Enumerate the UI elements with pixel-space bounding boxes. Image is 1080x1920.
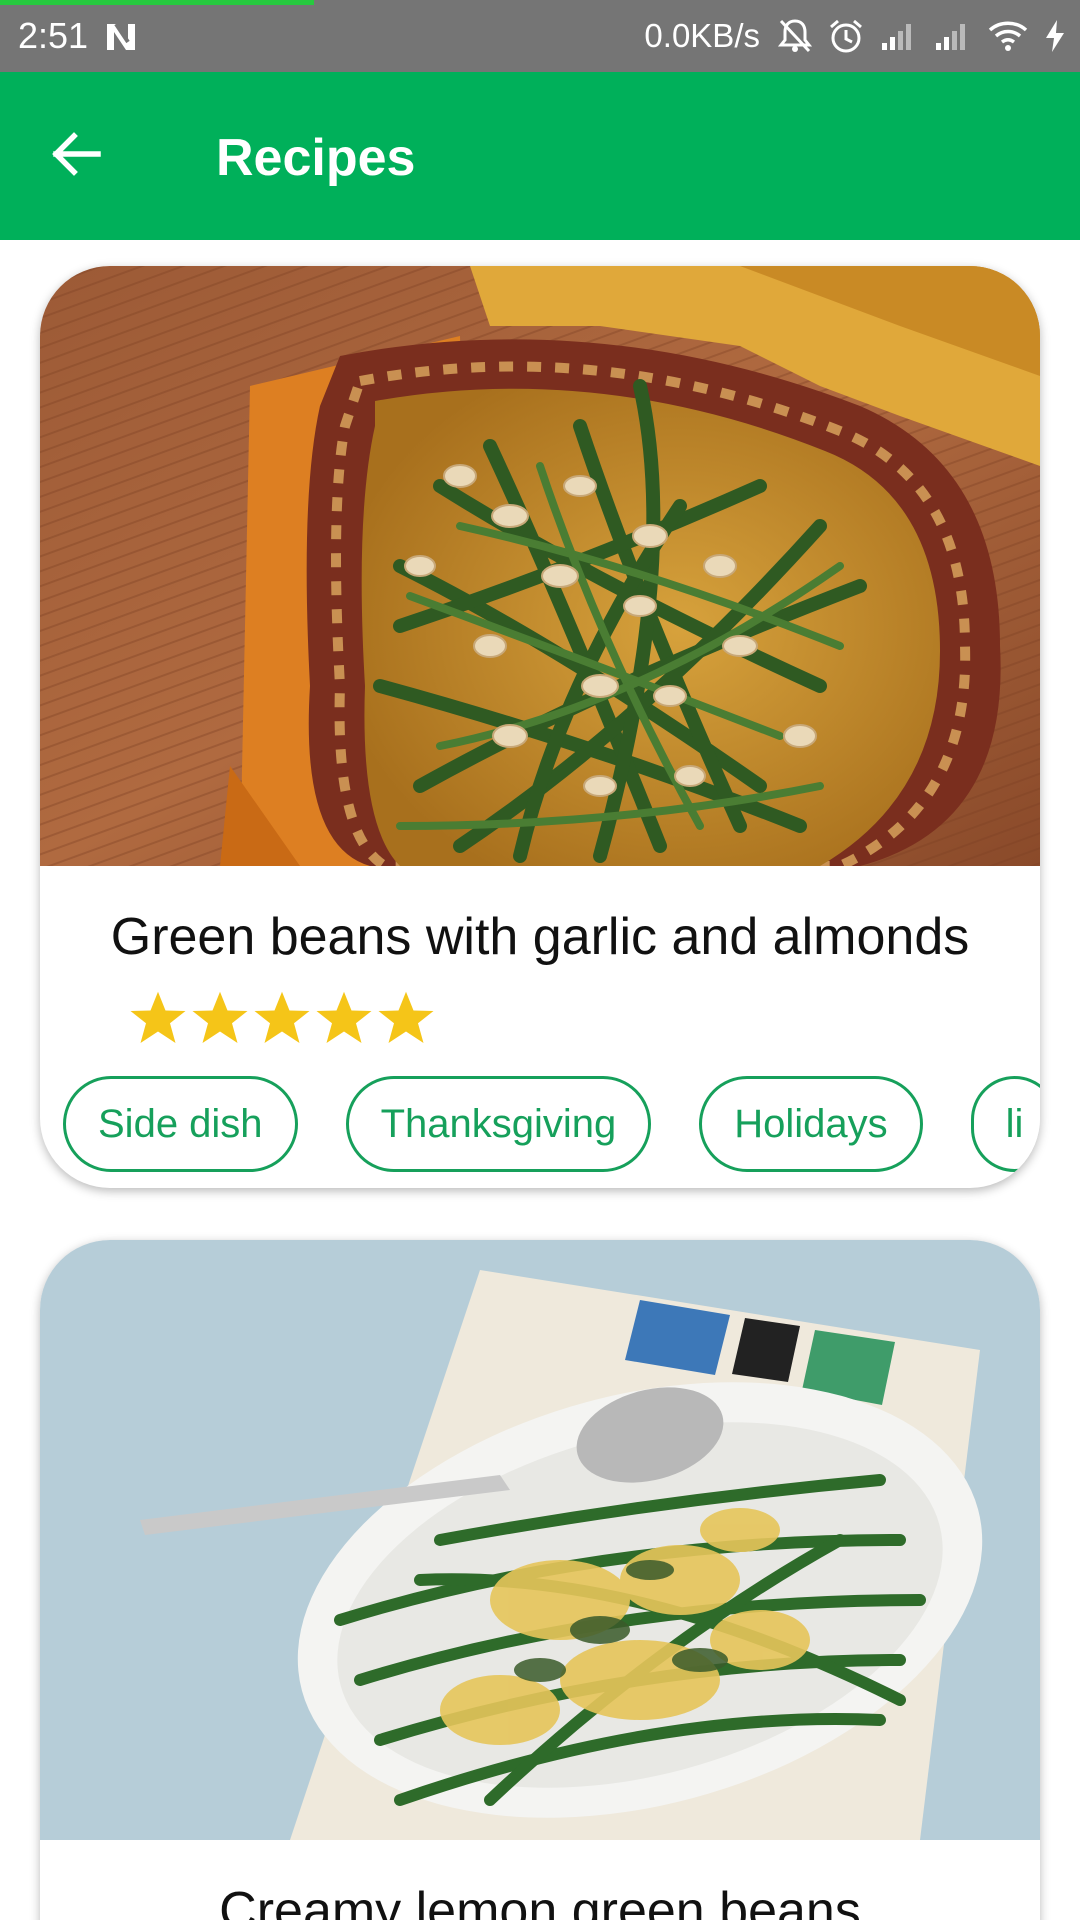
status-bar: 2:51 0.0KB/s: [0, 0, 1080, 72]
status-icons: 0.0KB/s: [644, 14, 1066, 58]
signal-1-icon: [882, 24, 911, 50]
star-icon: [130, 991, 186, 1043]
alarm-icon: [830, 19, 862, 53]
tag-chip[interactable]: li: [970, 1076, 1040, 1172]
recipe-card[interactable]: Creamy lemon green beans: [40, 1240, 1040, 1920]
screen: 2:51 0.0KB/s Recipes Green beans with ga…: [0, 0, 1080, 1920]
recipe-title: Green beans with garlic and almonds: [110, 908, 970, 966]
tag-chip[interactable]: Holidays: [699, 1076, 923, 1172]
tag-list: Side dish Thanksgiving Holidays li: [63, 1076, 1040, 1172]
app-bar: Recipes: [0, 72, 1080, 240]
rating-stars: [128, 988, 436, 1048]
wifi-icon: [988, 21, 1028, 51]
loading-progress: [0, 0, 314, 5]
star-icon: [378, 991, 434, 1043]
mute-icon: [778, 19, 812, 53]
recipe-title: Creamy lemon green beans: [219, 1882, 861, 1920]
tag-chip[interactable]: Side dish: [63, 1076, 298, 1172]
charging-icon: [1046, 20, 1064, 52]
tag-chip[interactable]: Thanksgiving: [345, 1076, 652, 1172]
status-time: 2:51: [18, 15, 89, 56]
page-title: Recipes: [216, 129, 416, 187]
back-button[interactable]: [44, 122, 108, 186]
signal-2-icon: [936, 24, 965, 50]
recipe-image-green-beans-almonds: [40, 266, 1040, 866]
recipe-image-creamy-lemon-green-beans: [40, 1240, 1040, 1840]
star-icon: [316, 991, 372, 1043]
network-speed: 0.0KB/s: [644, 17, 760, 54]
n-notification-icon: [107, 22, 135, 50]
star-icon: [192, 991, 248, 1043]
arrow-left-icon: [52, 132, 101, 176]
recipe-card[interactable]: Green beans with garlic and almonds Side…: [40, 266, 1040, 1188]
star-icon: [254, 991, 310, 1043]
